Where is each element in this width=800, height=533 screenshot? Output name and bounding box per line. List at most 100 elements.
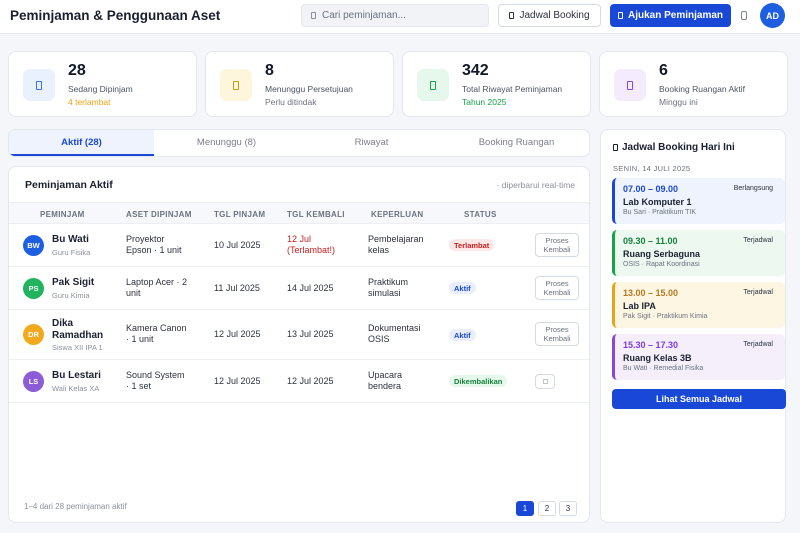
slot-status: Terjadwal <box>743 341 773 348</box>
loan-date: 12 Jul 2025 <box>214 376 261 386</box>
status-badge: Dikembalikan <box>449 375 508 387</box>
purpose: Upacara bendera <box>368 370 403 391</box>
room-icon <box>614 69 646 101</box>
col-header: STATUS <box>464 210 497 219</box>
col-header: TGL KEMBALI <box>287 210 345 219</box>
stat-label: Booking Ruangan Aktif <box>659 84 746 94</box>
col-header: KEPERLUAN <box>371 210 424 219</box>
slot-status: Berlangsung <box>733 185 773 192</box>
schedule-date: SENIN, 14 JULI 2025 <box>613 164 691 173</box>
status-badge: Aktif <box>449 282 476 294</box>
calendar-icon <box>509 12 515 19</box>
table-row[interactable]: DR Dika Ramadhan Siswa XII IPA 1 Kamera C… <box>9 310 589 360</box>
col-header: TGL PINJAM <box>214 210 266 219</box>
slot-time: 13.00 – 15.00 <box>623 288 679 298</box>
avatar: BW <box>23 235 44 256</box>
asset-name: Sound System · 1 set <box>126 370 185 391</box>
view-all-schedule-button[interactable]: Lihat Semua Jadwal <box>612 389 786 409</box>
borrower-role: Siswa XII IPA 1 <box>52 343 103 352</box>
stat-label: Sedang Dipinjam <box>68 84 133 94</box>
stat-label: Total Riwayat Peminjaman <box>462 84 563 94</box>
return-date: 12 Jul 2025 <box>287 376 334 386</box>
status-badge: Aktif <box>449 329 476 341</box>
notification-icon[interactable] <box>741 11 747 20</box>
borrower-name: Pak Sigit <box>52 277 95 288</box>
booking-slot[interactable]: 15.30 – 17.30 Terjadwal Ruang Kelas 3B B… <box>612 334 785 380</box>
page-3-button[interactable]: 3 <box>559 501 577 516</box>
stat-card-history: 342 Total Riwayat Peminjaman Tahun 2025 <box>402 51 591 117</box>
slot-meta: OSIS · Rapat Koordinasi <box>623 261 700 268</box>
slot-meta: Bu Sari · Praktikum TIK <box>623 209 697 216</box>
loan-date: 11 Jul 2025 <box>214 283 260 293</box>
clock-icon <box>220 69 252 101</box>
search-icon <box>311 12 316 19</box>
tab-room-booking[interactable]: Booking Ruangan <box>444 130 589 156</box>
submit-loan-button[interactable]: Ajukan Peminjaman <box>610 4 731 27</box>
box-icon <box>23 69 55 101</box>
slot-time: 09.30 – 11.00 <box>623 236 678 246</box>
slot-meta: Bu Wati · Remedial Fisika <box>623 365 704 372</box>
search-box[interactable] <box>301 4 489 27</box>
stat-value: 8 <box>265 62 274 79</box>
booking-slot[interactable]: 07.00 – 09.00 Berlangsung Lab Komputer 1… <box>612 178 785 224</box>
view-detail-button[interactable] <box>535 374 555 389</box>
borrower-name: Bu Wati <box>52 234 89 245</box>
borrower-role: Wali Kelas XA <box>52 384 100 393</box>
realtime-note: · diperbarui real-time <box>496 180 575 190</box>
return-date: 14 Jul 2025 <box>287 283 334 293</box>
page-1-button[interactable]: 1 <box>516 501 534 516</box>
calendar-icon <box>613 144 618 151</box>
doc-icon <box>543 379 548 384</box>
slot-room: Lab IPA <box>623 301 656 311</box>
slot-room: Lab Komputer 1 <box>623 197 692 207</box>
borrower-role: Guru Kimia <box>52 291 90 300</box>
process-return-button[interactable]: Proses Kembali <box>535 233 579 257</box>
booking-schedule-label: Jadwal Booking <box>519 10 590 21</box>
borrower-name: Dika Ramadhan <box>52 318 104 341</box>
avatar: LS <box>23 371 44 392</box>
tab-history[interactable]: Riwayat <box>299 130 444 156</box>
stat-value: 28 <box>68 62 86 79</box>
slot-room: Ruang Serbaguna <box>623 249 701 259</box>
booking-slot[interactable]: 13.00 – 15.00 Terjadwal Lab IPA Pak Sigi… <box>612 282 785 328</box>
stat-value: 6 <box>659 62 668 79</box>
table-row[interactable]: BW Bu Wati Guru Fisika Proyektor Epson · … <box>9 224 589 267</box>
avatar: PS <box>23 278 44 299</box>
history-icon <box>417 69 449 101</box>
table-row[interactable]: LS Bu Lestari Wali Kelas XA Sound System… <box>9 360 589 403</box>
booking-schedule-button[interactable]: Jadwal Booking <box>498 4 601 27</box>
process-return-button[interactable]: Proses Kembali <box>535 322 579 346</box>
purpose: Praktikum simulasi <box>368 277 409 298</box>
panel-title: Jadwal Booking Hari Ini <box>613 142 735 153</box>
asset-name: Kamera Canon · 1 unit <box>126 323 187 344</box>
page-title: Peminjaman & Penggunaan Aset <box>10 8 221 23</box>
purpose: Pembelajaran kelas <box>368 234 424 255</box>
col-header: ASET DIPINJAM <box>126 210 192 219</box>
tab-active[interactable]: Aktif (28) <box>9 130 154 156</box>
loan-date: 10 Jul 2025 <box>214 240 261 250</box>
page-2-button[interactable]: 2 <box>538 501 556 516</box>
submit-loan-label: Ajukan Peminjaman <box>627 10 724 21</box>
user-avatar[interactable]: AD <box>760 3 785 28</box>
process-return-button[interactable]: Proses Kembali <box>535 276 579 300</box>
table-row[interactable]: PS Pak Sigit Guru Kimia Laptop Acer · 2u… <box>9 267 589 310</box>
loan-date: 12 Jul 2025 <box>214 329 261 339</box>
stat-sub: Tahun 2025 <box>462 97 507 107</box>
slot-status: Terjadwal <box>743 237 773 244</box>
booking-slot[interactable]: 09.30 – 11.00 Terjadwal Ruang Serbaguna … <box>612 230 785 276</box>
tab-pending[interactable]: Menunggu (8) <box>154 130 299 156</box>
tab-bar: Aktif (28) Menunggu (8) Riwayat Booking … <box>8 129 590 157</box>
return-date: 12 Jul (Terlambat!) <box>287 234 336 255</box>
slot-time: 15.30 – 17.30 <box>623 340 679 350</box>
stat-card-pending: 8 Menunggu Persetujuan Perlu ditindak <box>205 51 394 117</box>
slot-status: Terjadwal <box>743 289 773 296</box>
stat-label: Menunggu Persetujuan <box>265 84 353 94</box>
stat-value: 342 <box>462 62 489 79</box>
search-input[interactable] <box>322 10 472 21</box>
stat-sub: Perlu ditindak <box>265 97 317 107</box>
purpose: Dokumentasi OSIS <box>368 323 421 344</box>
table-header: PEMINJAM ASET DIPINJAM TGL PINJAM TGL KE… <box>9 202 589 224</box>
booking-schedule-panel: Jadwal Booking Hari Ini SENIN, 14 JULI 2… <box>600 129 786 523</box>
plus-icon <box>617 12 623 19</box>
active-loans-card: Peminjaman Aktif · diperbarui real-time … <box>8 166 590 523</box>
